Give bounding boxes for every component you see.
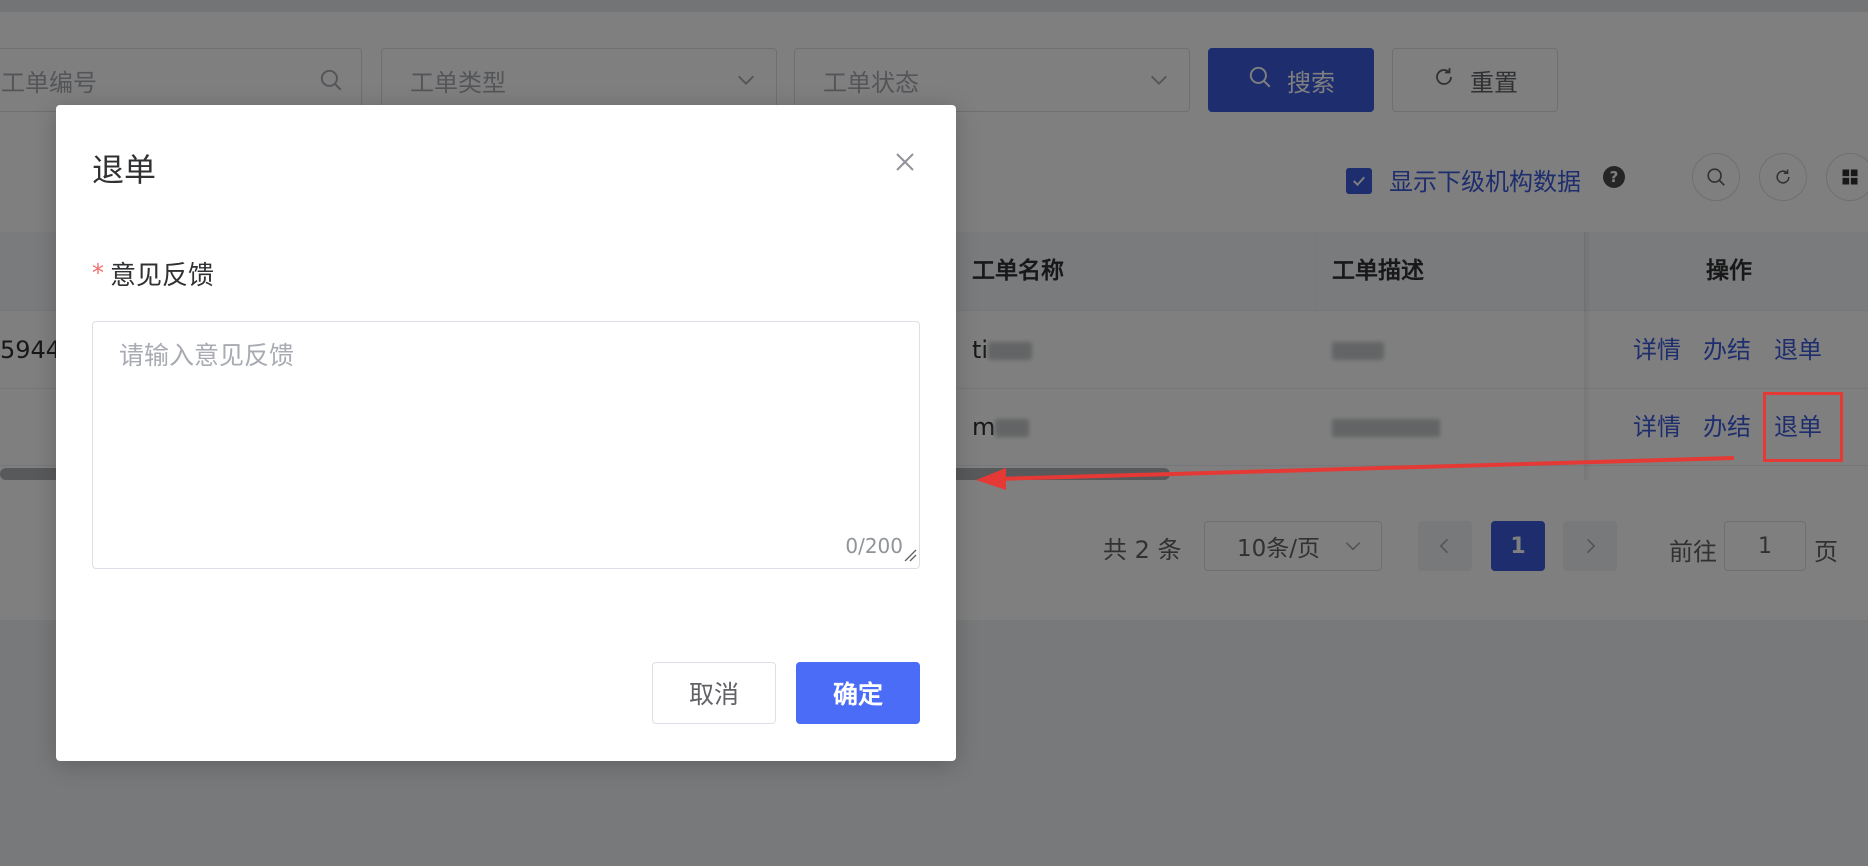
- return-order-dialog: 退单 * 意见反馈 0/200 取消 确定: [56, 105, 956, 761]
- required-mark: *: [92, 259, 104, 287]
- work-order-page: 工单编号 工单类型 工单状态 搜索 重置 显示下级机构数据 ?: [0, 0, 1868, 866]
- resize-handle-icon[interactable]: [903, 547, 917, 566]
- cancel-button[interactable]: 取消: [652, 662, 776, 724]
- feedback-textarea[interactable]: [93, 322, 919, 568]
- feedback-textarea-wrapper: 0/200: [92, 321, 920, 569]
- char-counter: 0/200: [845, 534, 903, 558]
- feedback-label: 意见反馈: [110, 261, 215, 291]
- confirm-button[interactable]: 确定: [796, 662, 920, 724]
- close-icon[interactable]: [890, 147, 920, 177]
- dialog-title: 退单: [92, 151, 157, 189]
